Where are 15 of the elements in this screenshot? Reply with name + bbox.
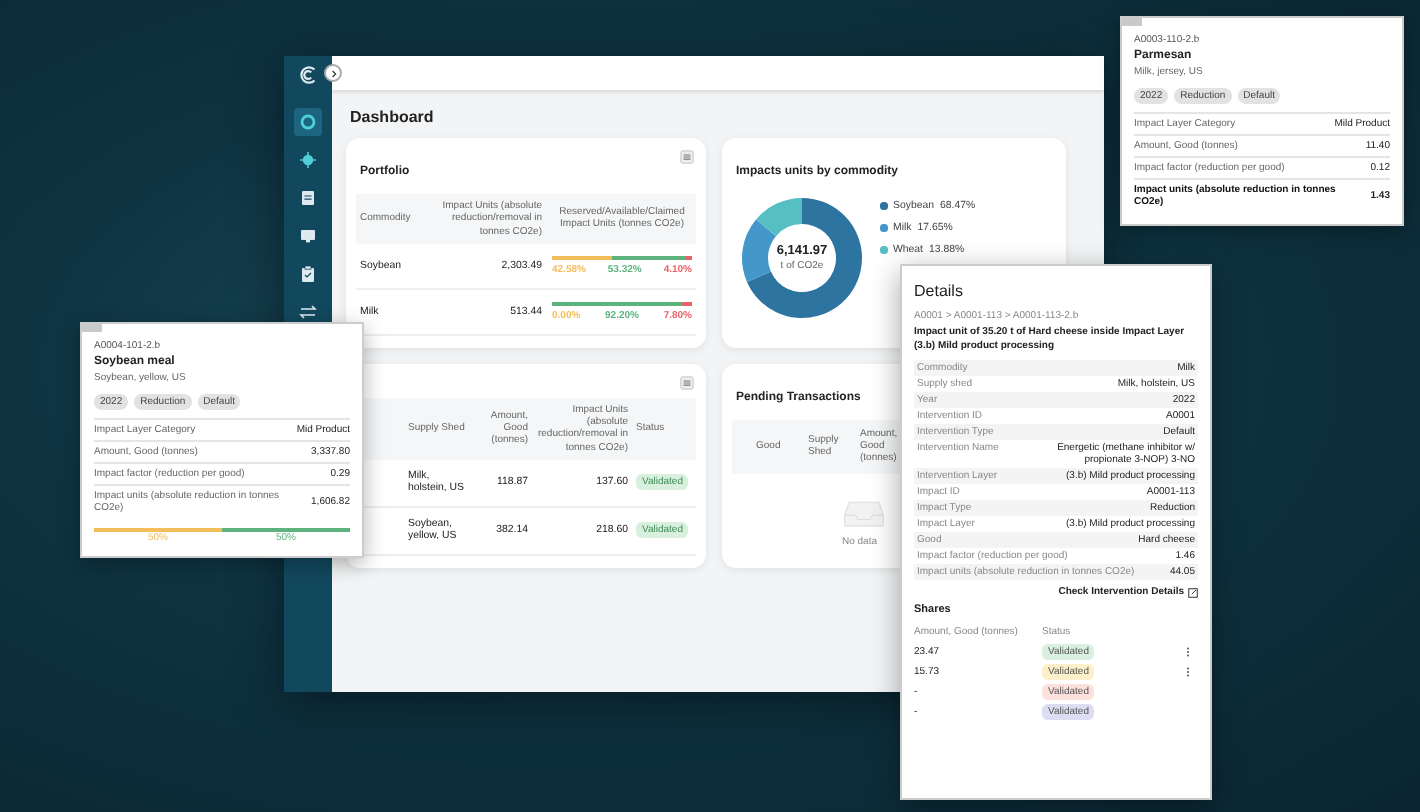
monitor-icon xyxy=(298,226,318,246)
menu-icon[interactable] xyxy=(680,375,694,390)
panel-title: Details xyxy=(914,282,965,300)
page-title: Dashboard xyxy=(350,108,434,126)
chevron-right-icon xyxy=(327,67,339,79)
swap-icon xyxy=(298,302,318,322)
document-icon xyxy=(298,188,318,208)
circle-icon xyxy=(298,112,318,132)
external-link-icon xyxy=(1188,587,1198,597)
sidebar-item[interactable] xyxy=(294,146,322,174)
sparkle-icon xyxy=(298,150,318,170)
menu-icon[interactable] xyxy=(680,150,694,164)
logo-icon xyxy=(297,64,319,86)
clipboard-icon xyxy=(298,264,318,284)
empty-tray-icon xyxy=(842,497,886,527)
